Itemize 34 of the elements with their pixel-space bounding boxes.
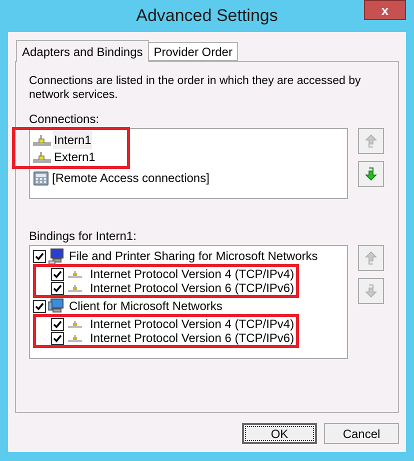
tab[interactable]: Adapters and Bindings: [16, 40, 149, 62]
checkbox[interactable]: [51, 332, 64, 344]
connections-label: Connections:: [29, 112, 100, 126]
window-title: Advanced Settings: [136, 5, 278, 28]
description-text: Connections are listed in the order in which they are accessed by network services.: [29, 74, 362, 102]
ok-button[interactable]: OK: [242, 423, 317, 444]
move-down-button[interactable]: [358, 161, 384, 187]
binding-item[interactable]: Client for Microsoft Networks: [68, 297, 224, 315]
cancel-button[interactable]: Cancel: [324, 423, 399, 444]
network-adapter-icon: [33, 150, 51, 162]
down-arrow-icon: [365, 167, 377, 181]
protocol-icon: [68, 284, 82, 292]
network-adapter-icon: [33, 134, 51, 146]
protocol-icon: [68, 270, 82, 278]
telephone-icon: [33, 170, 49, 186]
protocol-icon: [68, 334, 82, 342]
computer-icon: [48, 248, 66, 264]
protocol-icon: [68, 320, 82, 328]
checkbox[interactable]: [51, 282, 64, 294]
connection-item[interactable]: [Remote Access connections]: [51, 168, 210, 186]
down-arrow-icon: [365, 284, 377, 298]
checkbox[interactable]: [33, 250, 46, 262]
checkbox[interactable]: [51, 318, 64, 330]
connection-item[interactable]: Extern1: [53, 148, 96, 166]
tab[interactable]: Provider Order: [148, 42, 238, 61]
computer-icon: [48, 298, 66, 314]
binding-item[interactable]: File and Printer Sharing for Microsoft Networks: [68, 247, 319, 265]
checkbox[interactable]: [51, 268, 64, 280]
up-arrow-icon: [365, 251, 377, 265]
close-button[interactable]: x: [364, 0, 406, 20]
up-arrow-icon: [365, 134, 377, 148]
checkbox[interactable]: [33, 300, 46, 312]
bindings-label: Bindings for Intern1:: [29, 229, 138, 243]
connection-item[interactable]: Intern1: [53, 130, 92, 148]
